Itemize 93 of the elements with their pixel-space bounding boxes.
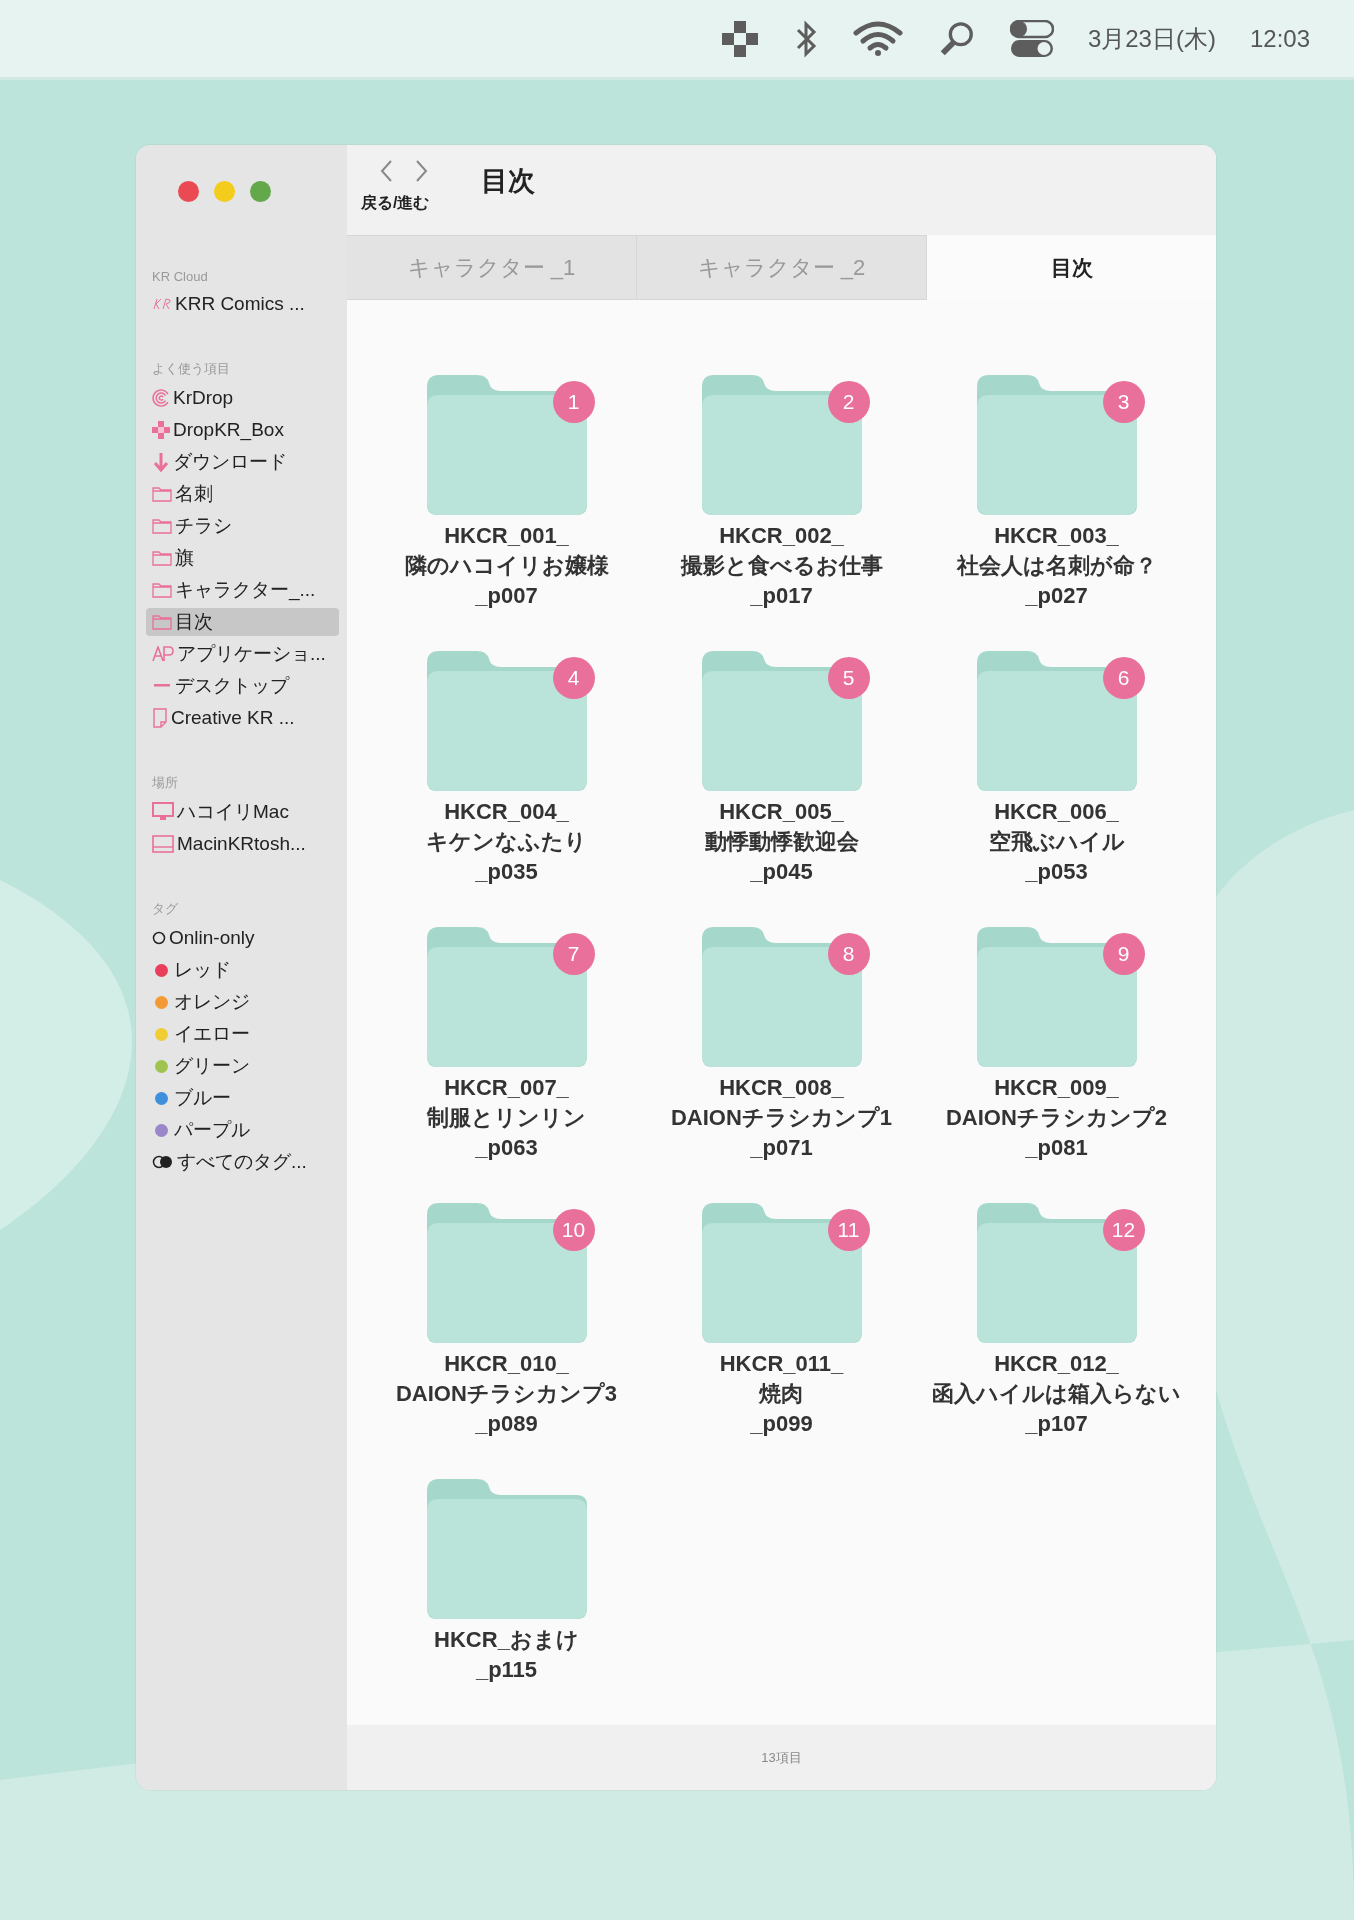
toggle-icon[interactable]: [1009, 19, 1054, 58]
folder-icon[interactable]: [701, 1203, 862, 1343]
sidebar-heading: KR Cloud: [151, 269, 209, 284]
puzzle-icon: [152, 421, 170, 439]
folder-icon: [152, 614, 172, 630]
sidebar-heading: 場所: [151, 774, 179, 792]
folder-icon: [152, 582, 172, 598]
number-badge: 7: [552, 933, 595, 975]
sidebar-item[interactable]: Creative KR ...: [146, 704, 339, 732]
folder-icon[interactable]: [426, 1203, 587, 1343]
sidebar-item[interactable]: レッド: [146, 956, 339, 984]
sidebar-item[interactable]: すべてのタグ...: [146, 1148, 339, 1176]
folder-icon[interactable]: [426, 927, 587, 1067]
sidebar-item[interactable]: イエロー: [146, 1020, 339, 1048]
sidebar-item[interactable]: 目次: [146, 608, 339, 636]
number-badge: 5: [827, 657, 870, 699]
sidebar-item[interactable]: 旗: [146, 544, 339, 572]
puzzle-icon[interactable]: [719, 18, 760, 59]
tab[interactable]: 目次: [927, 235, 1216, 300]
sidebar-item[interactable]: パープル: [146, 1116, 339, 1144]
sidebar-item[interactable]: Onlin-only: [146, 924, 339, 952]
sidebar-item[interactable]: デスクトップ: [146, 672, 339, 700]
document-icon: [152, 708, 168, 728]
folder-icon[interactable]: [701, 375, 862, 515]
folder-icon[interactable]: [426, 1479, 587, 1619]
two-circles-icon: [152, 1155, 174, 1169]
folder-icon[interactable]: [701, 651, 862, 791]
folder-name[interactable]: HKCR_009_ DAIONチラシカンプ2 _p081: [945, 1073, 1168, 1163]
folder-icon[interactable]: [976, 1203, 1137, 1343]
sidebar-item[interactable]: KRR Comics ...: [146, 290, 339, 318]
menu-date[interactable]: 3月23日(木): [1087, 22, 1216, 55]
dash-icon: [152, 684, 172, 688]
folder-name[interactable]: HKCR_008_ DAIONチラシカンプ1 _p071: [670, 1073, 893, 1163]
sidebar-item[interactable]: KrDrop: [146, 384, 339, 412]
script-logo-icon: [152, 297, 172, 311]
forward-icon[interactable]: [415, 159, 429, 183]
folder-icon[interactable]: [976, 651, 1137, 791]
number-badge: 4: [552, 657, 595, 699]
number-badge: 6: [1102, 657, 1145, 699]
folder-name[interactable]: HKCR_007_ 制服とリンリン _p063: [427, 1073, 586, 1163]
sidebar-item[interactable]: ダウンロード: [146, 448, 339, 476]
folder-icon[interactable]: [976, 375, 1137, 515]
sidebar-item[interactable]: オレンジ: [146, 988, 339, 1016]
number-badge: 9: [1102, 933, 1145, 975]
sidebar-item[interactable]: グリーン: [146, 1052, 339, 1080]
down-arrow-icon: [152, 452, 170, 472]
sidebar-item[interactable]: ハコイリMac: [146, 798, 339, 826]
folder-name[interactable]: HKCR_006_ 空飛ぶハイル _p053: [988, 797, 1125, 887]
folder-name[interactable]: HKCR_おまけ _p115: [434, 1625, 579, 1685]
folder-name[interactable]: HKCR_011_ 焼肉 _p099: [719, 1349, 844, 1439]
folder-icon: [152, 550, 172, 566]
sidebar-item[interactable]: アプリケーショ...: [146, 640, 339, 668]
sidebar-item[interactable]: キャラクター_...: [146, 576, 339, 604]
close-button[interactable]: [178, 181, 199, 202]
number-badge: 1: [552, 381, 595, 423]
number-badge: 8: [827, 933, 870, 975]
number-badge: 11: [827, 1209, 870, 1251]
number-badge: 10: [552, 1209, 595, 1251]
folder-name[interactable]: HKCR_004_ キケンなふたり _p035: [426, 797, 587, 887]
sidebar-item[interactable]: DropKR_Box: [146, 416, 339, 444]
nav-label: 戻る/進む: [361, 193, 431, 213]
window-title: 目次: [481, 165, 535, 198]
letters-logo-icon: [152, 646, 174, 662]
wifi-icon[interactable]: [851, 20, 904, 57]
folder-icon: [152, 486, 172, 502]
folder-icon[interactable]: [426, 375, 587, 515]
sidebar-heading: よく使う項目: [151, 360, 231, 378]
sidebar-item[interactable]: MacinKRtosh...: [146, 830, 339, 858]
folder-name[interactable]: HKCR_010_ DAIONチラシカンプ3 _p089: [395, 1349, 618, 1439]
spiral-icon: [152, 389, 170, 407]
sidebar-heading: タグ: [151, 900, 179, 918]
menu-time[interactable]: 12:03: [1249, 24, 1310, 53]
folder-name[interactable]: HKCR_002_ 撮影と食べるお仕事 _p017: [680, 521, 883, 611]
folder-icon: [152, 518, 172, 534]
sidebar-item[interactable]: チラシ: [146, 512, 339, 540]
back-icon[interactable]: [379, 159, 393, 183]
folder-icon[interactable]: [426, 651, 587, 791]
number-badge: 12: [1102, 1209, 1145, 1251]
folder-icon[interactable]: [976, 927, 1137, 1067]
sidebar-item[interactable]: 名刺: [146, 480, 339, 508]
folder-name[interactable]: HKCR_003_ 社会人は名刺が命？ _p027: [956, 521, 1157, 611]
number-badge: 3: [1102, 381, 1145, 423]
laptop-icon: [152, 835, 174, 853]
folder-icon[interactable]: [701, 927, 862, 1067]
folder-name[interactable]: HKCR_012_ 函入ハイルは箱入らない _p107: [932, 1349, 1181, 1439]
folder-name[interactable]: HKCR_005_ 動悸動悸歓迎会 _p045: [704, 797, 859, 887]
sidebar-item[interactable]: ブルー: [146, 1084, 339, 1112]
ring-icon: [152, 931, 166, 945]
folder-name[interactable]: HKCR_001_ 隣のハコイリお嬢様 _p007: [404, 521, 609, 611]
monitor-icon: [152, 802, 174, 822]
zoom-button[interactable]: [250, 181, 271, 202]
status-text: 13項目: [761, 1748, 802, 1767]
number-badge: 2: [827, 381, 870, 423]
